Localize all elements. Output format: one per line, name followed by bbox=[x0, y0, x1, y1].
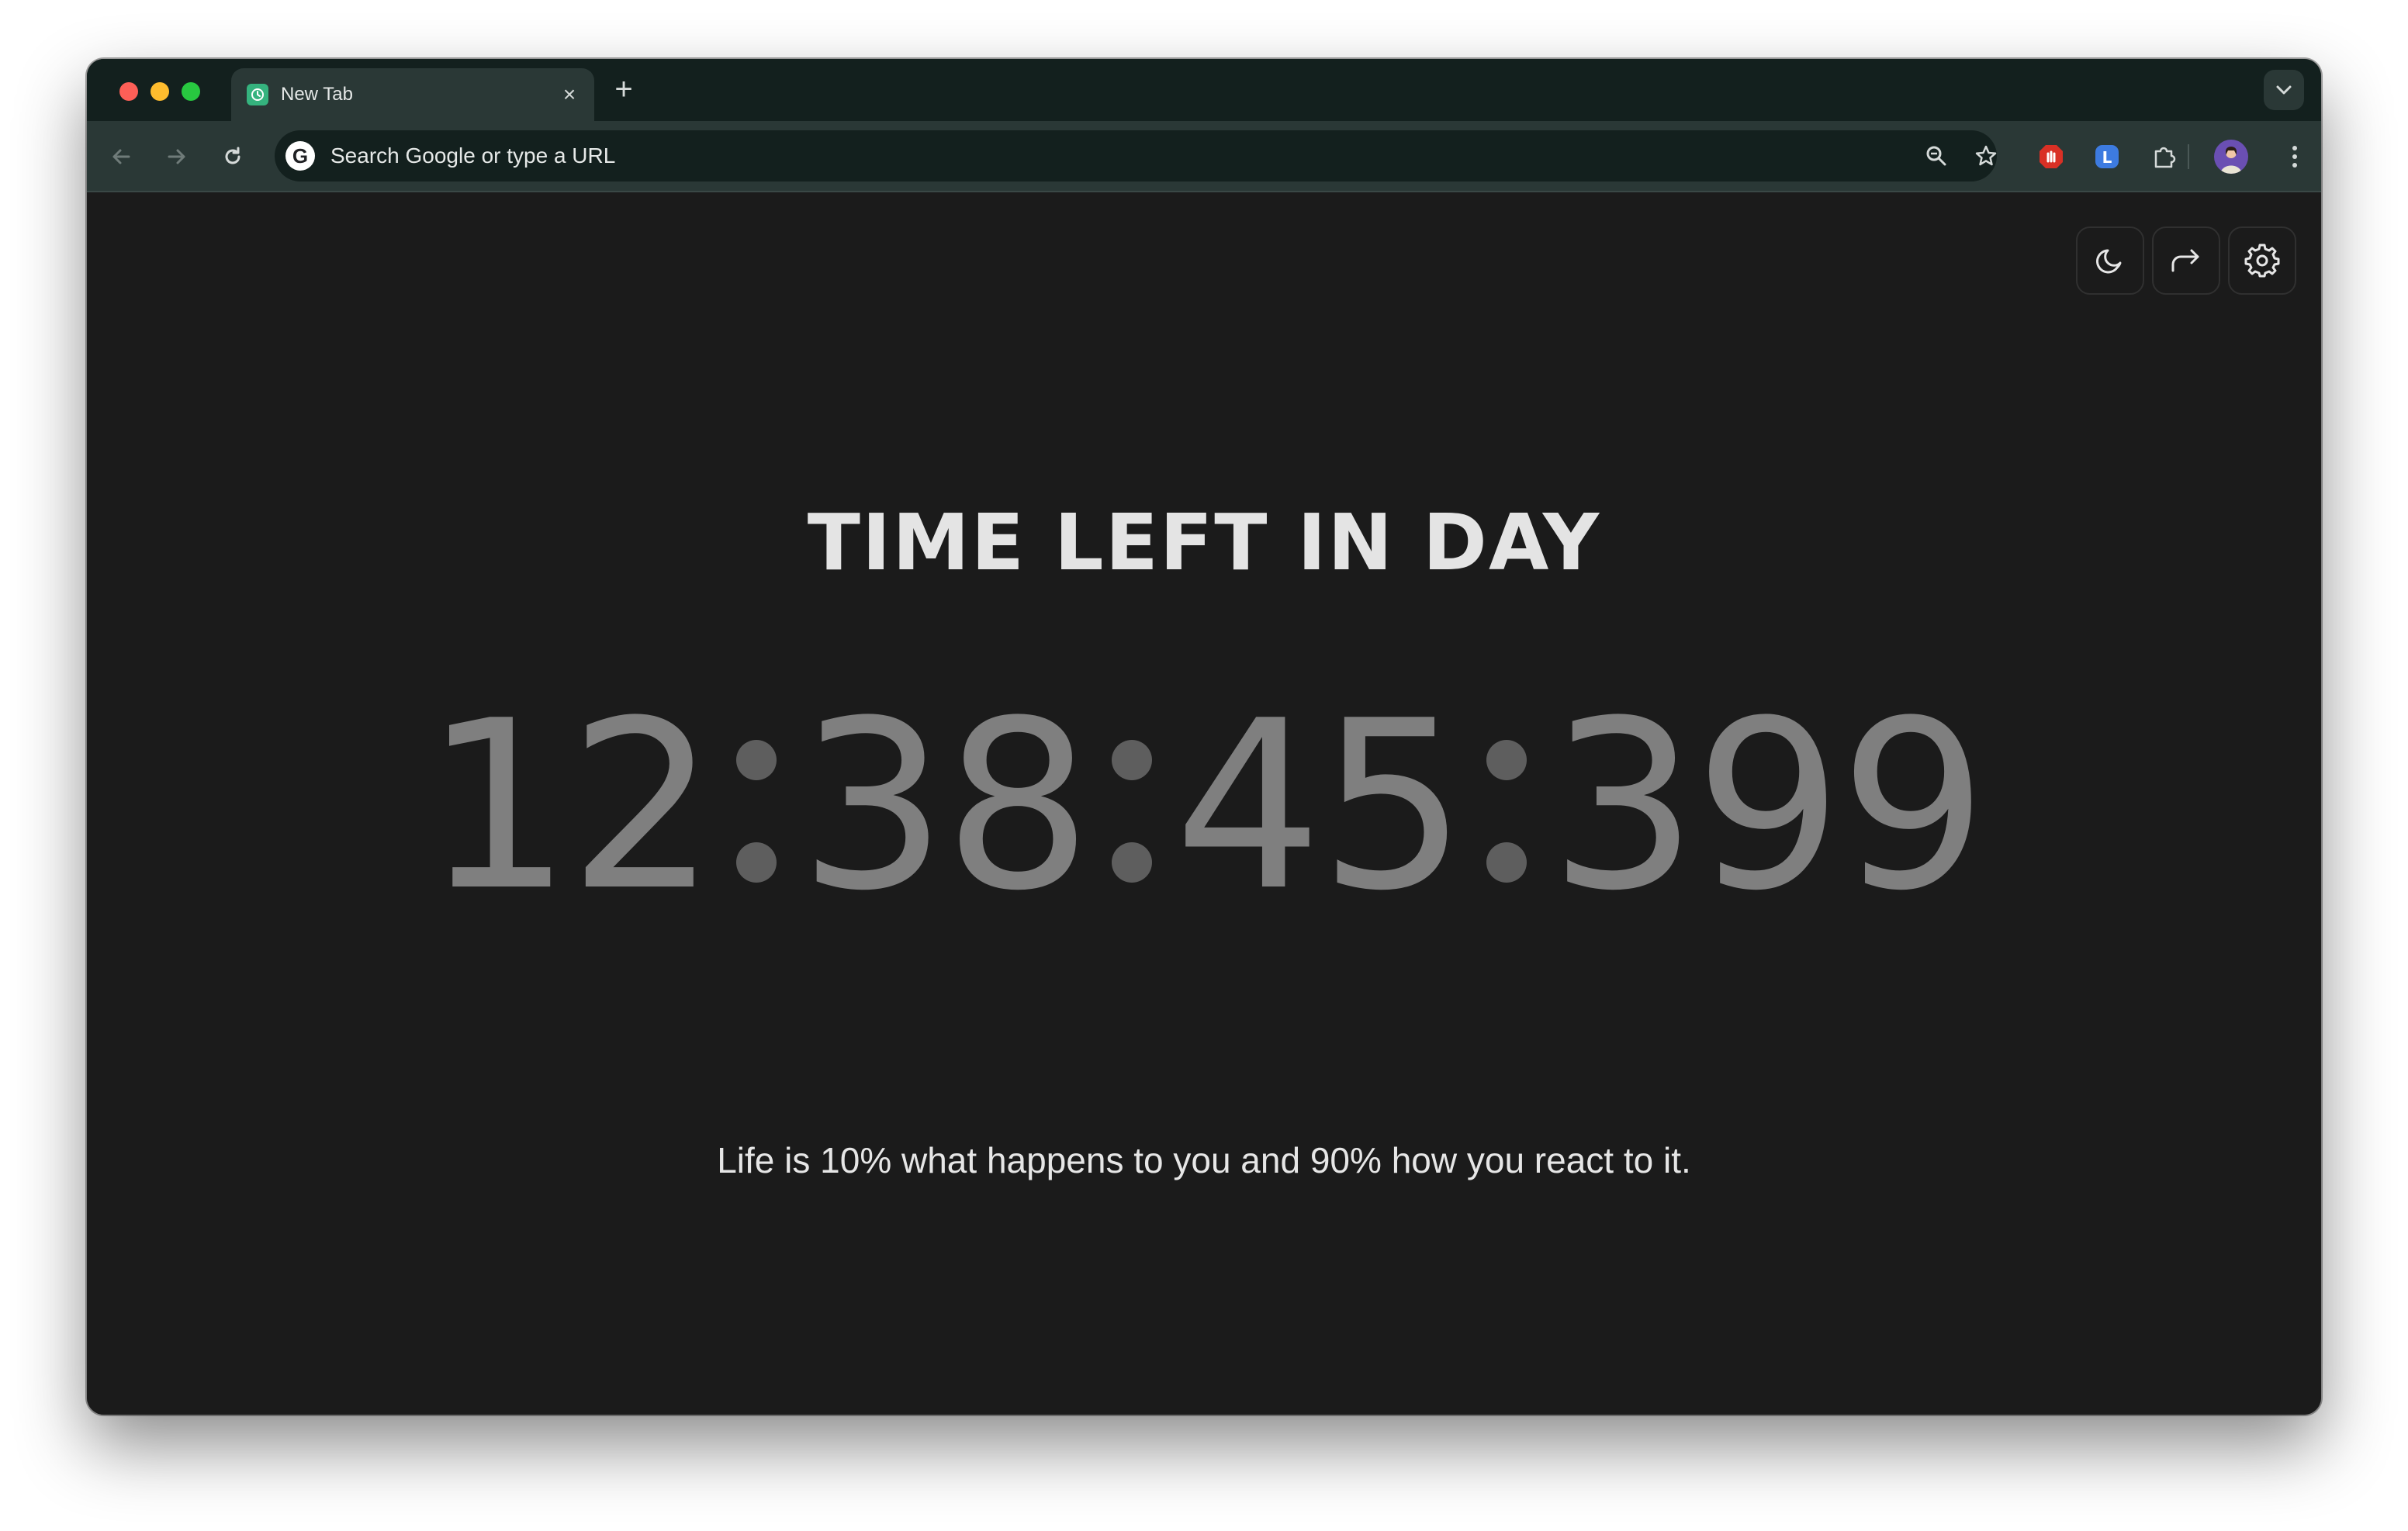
moon-icon bbox=[2096, 249, 2122, 274]
chevron-down-icon bbox=[2276, 85, 2292, 95]
forward-button[interactable] bbox=[160, 140, 194, 174]
adblock-extension-icon[interactable] bbox=[2036, 141, 2067, 172]
menu-button[interactable] bbox=[2279, 140, 2310, 174]
browser-window: New Tab × + G Search Google or type a UR… bbox=[87, 59, 2321, 1415]
countdown-clock: 12 38 45 399 bbox=[87, 690, 2321, 923]
page-content: TIME LEFT IN DAY 12 38 45 399 Life is 10… bbox=[87, 194, 2321, 1415]
back-button[interactable] bbox=[104, 140, 138, 174]
share-arrow-icon bbox=[2171, 249, 2199, 272]
tab-search-button[interactable] bbox=[2264, 70, 2304, 110]
zoom-icon[interactable] bbox=[1921, 140, 1952, 171]
maximize-window-button[interactable] bbox=[182, 82, 200, 101]
clock-favicon-icon bbox=[247, 84, 268, 105]
gear-icon bbox=[2244, 244, 2280, 278]
tab-close-icon[interactable]: × bbox=[557, 82, 582, 107]
google-icon: G bbox=[285, 141, 315, 171]
new-tab-button[interactable]: + bbox=[608, 74, 639, 105]
password-manager-extension-icon[interactable]: L bbox=[2091, 141, 2123, 172]
svg-text:L: L bbox=[2102, 148, 2112, 167]
reload-button[interactable] bbox=[216, 140, 250, 174]
browser-toolbar: G Search Google or type a URL L bbox=[87, 121, 2321, 192]
tab-title: New Tab bbox=[281, 84, 353, 105]
address-bar-placeholder: Search Google or type a URL bbox=[330, 143, 616, 168]
countdown-separator bbox=[1109, 721, 1154, 892]
bookmark-star-icon[interactable] bbox=[1970, 140, 2001, 171]
profile-avatar[interactable] bbox=[2214, 140, 2248, 174]
arrow-right-icon bbox=[168, 149, 185, 164]
extensions-puzzle-icon[interactable] bbox=[2149, 141, 2180, 172]
countdown-seconds: 45 bbox=[1174, 671, 1468, 942]
countdown-separator bbox=[734, 721, 779, 892]
countdown-milliseconds: 399 bbox=[1549, 671, 1988, 942]
share-button[interactable] bbox=[2152, 226, 2220, 295]
countdown-separator bbox=[1484, 721, 1529, 892]
close-window-button[interactable] bbox=[119, 82, 138, 101]
reload-icon bbox=[225, 147, 240, 164]
address-bar[interactable]: G Search Google or type a URL bbox=[275, 130, 1997, 181]
toolbar-divider bbox=[2188, 144, 2189, 169]
more-vertical-icon bbox=[2292, 146, 2297, 168]
page-title: TIME LEFT IN DAY bbox=[807, 497, 1601, 588]
countdown-hours: 12 bbox=[424, 671, 717, 942]
settings-button[interactable] bbox=[2228, 226, 2296, 295]
tab-new-tab[interactable]: New Tab × bbox=[231, 68, 594, 121]
tab-strip: New Tab × + bbox=[87, 59, 2321, 121]
arrow-left-icon bbox=[112, 149, 130, 164]
minimize-window-button[interactable] bbox=[150, 82, 169, 101]
countdown-minutes: 38 bbox=[798, 671, 1092, 942]
theme-toggle-button[interactable] bbox=[2076, 226, 2144, 295]
quote-text: Life is 10% what happens to you and 90% … bbox=[717, 1140, 1691, 1180]
